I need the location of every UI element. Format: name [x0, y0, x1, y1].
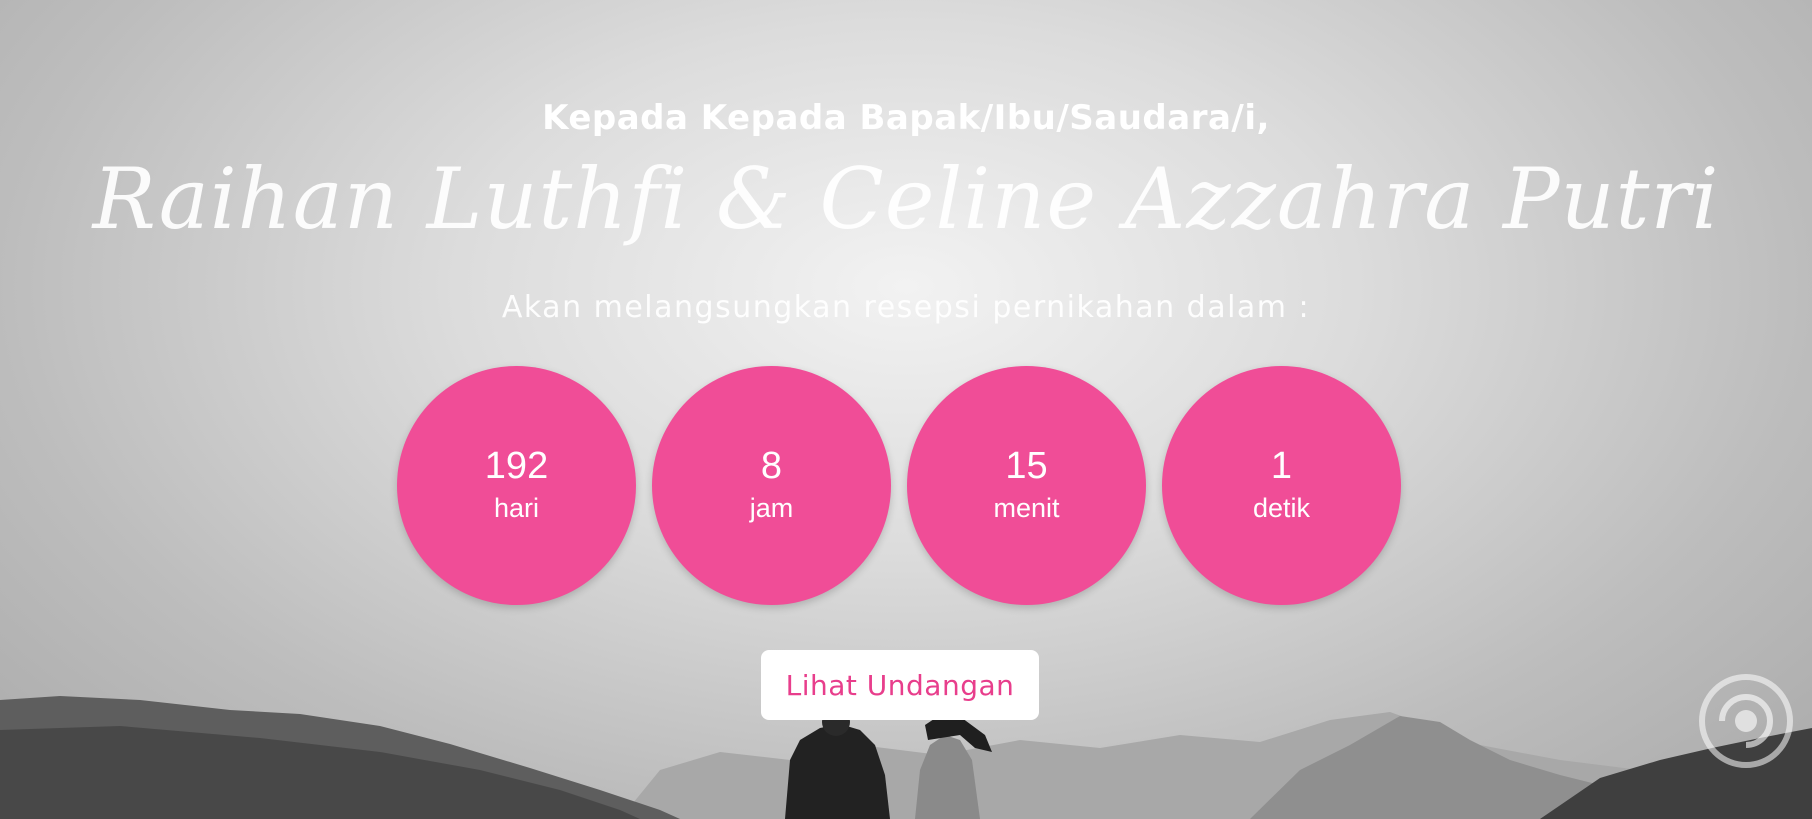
countdown-minutes: 15 menit: [907, 366, 1146, 605]
countdown-minutes-unit: menit: [993, 492, 1060, 523]
countdown-hours: 8 jam: [652, 366, 891, 605]
countdown-minutes-value: 15: [1005, 444, 1048, 487]
hero-section: Kepada Kepada Bapak/Ibu/Saudara/i, Raiha…: [0, 0, 1812, 819]
countdown-days-value: 192: [484, 444, 549, 487]
countdown-days-unit: hari: [493, 492, 540, 523]
couple-names: Raihan Luthfi & Celine Azzahra Putri: [92, 150, 1720, 248]
countdown-seconds-value: 1: [1270, 444, 1293, 487]
countdown-timer: 192 hari 8 jam 15 menit 1 detik: [397, 366, 1401, 605]
countdown-seconds: 1 detik: [1162, 366, 1401, 605]
music-disc-icon: [1699, 674, 1793, 768]
countdown-hours-unit: jam: [749, 492, 794, 523]
countdown-days: 192 hari: [397, 366, 636, 605]
view-invitation-button[interactable]: Lihat Undangan: [761, 650, 1039, 720]
event-subtitle: Akan melangsungkan resepsi pernikahan da…: [501, 290, 1311, 325]
greeting-text: Kepada Kepada Bapak/Ibu/Saudara/i,: [542, 98, 1270, 138]
music-toggle-button[interactable]: [1698, 673, 1794, 769]
countdown-hours-value: 8: [760, 444, 783, 487]
countdown-seconds-unit: detik: [1252, 492, 1311, 523]
